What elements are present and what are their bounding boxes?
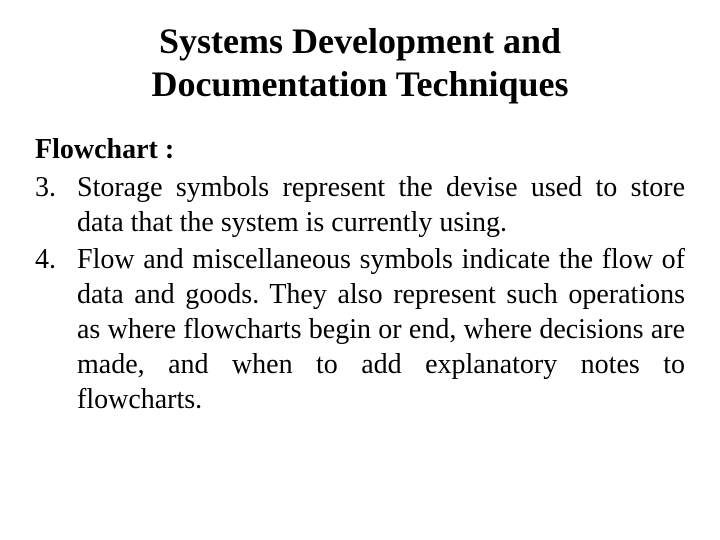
list-item: 3. Storage symbols represent the devise … xyxy=(35,170,685,240)
list-text: Storage symbols represent the devise use… xyxy=(77,170,685,240)
list-number: 3. xyxy=(35,170,77,240)
title-line-2: Documentation Techniques xyxy=(151,64,568,104)
list-number: 4. xyxy=(35,242,77,417)
page-title: Systems Development and Documentation Te… xyxy=(35,20,685,106)
title-line-1: Systems Development and xyxy=(159,21,561,61)
list-text: Flow and miscellaneous symbols indicate … xyxy=(77,242,685,417)
section-subtitle: Flowchart : xyxy=(35,134,685,166)
list-item: 4. Flow and miscellaneous symbols indica… xyxy=(35,242,685,417)
content-list: 3. Storage symbols represent the devise … xyxy=(35,170,685,417)
